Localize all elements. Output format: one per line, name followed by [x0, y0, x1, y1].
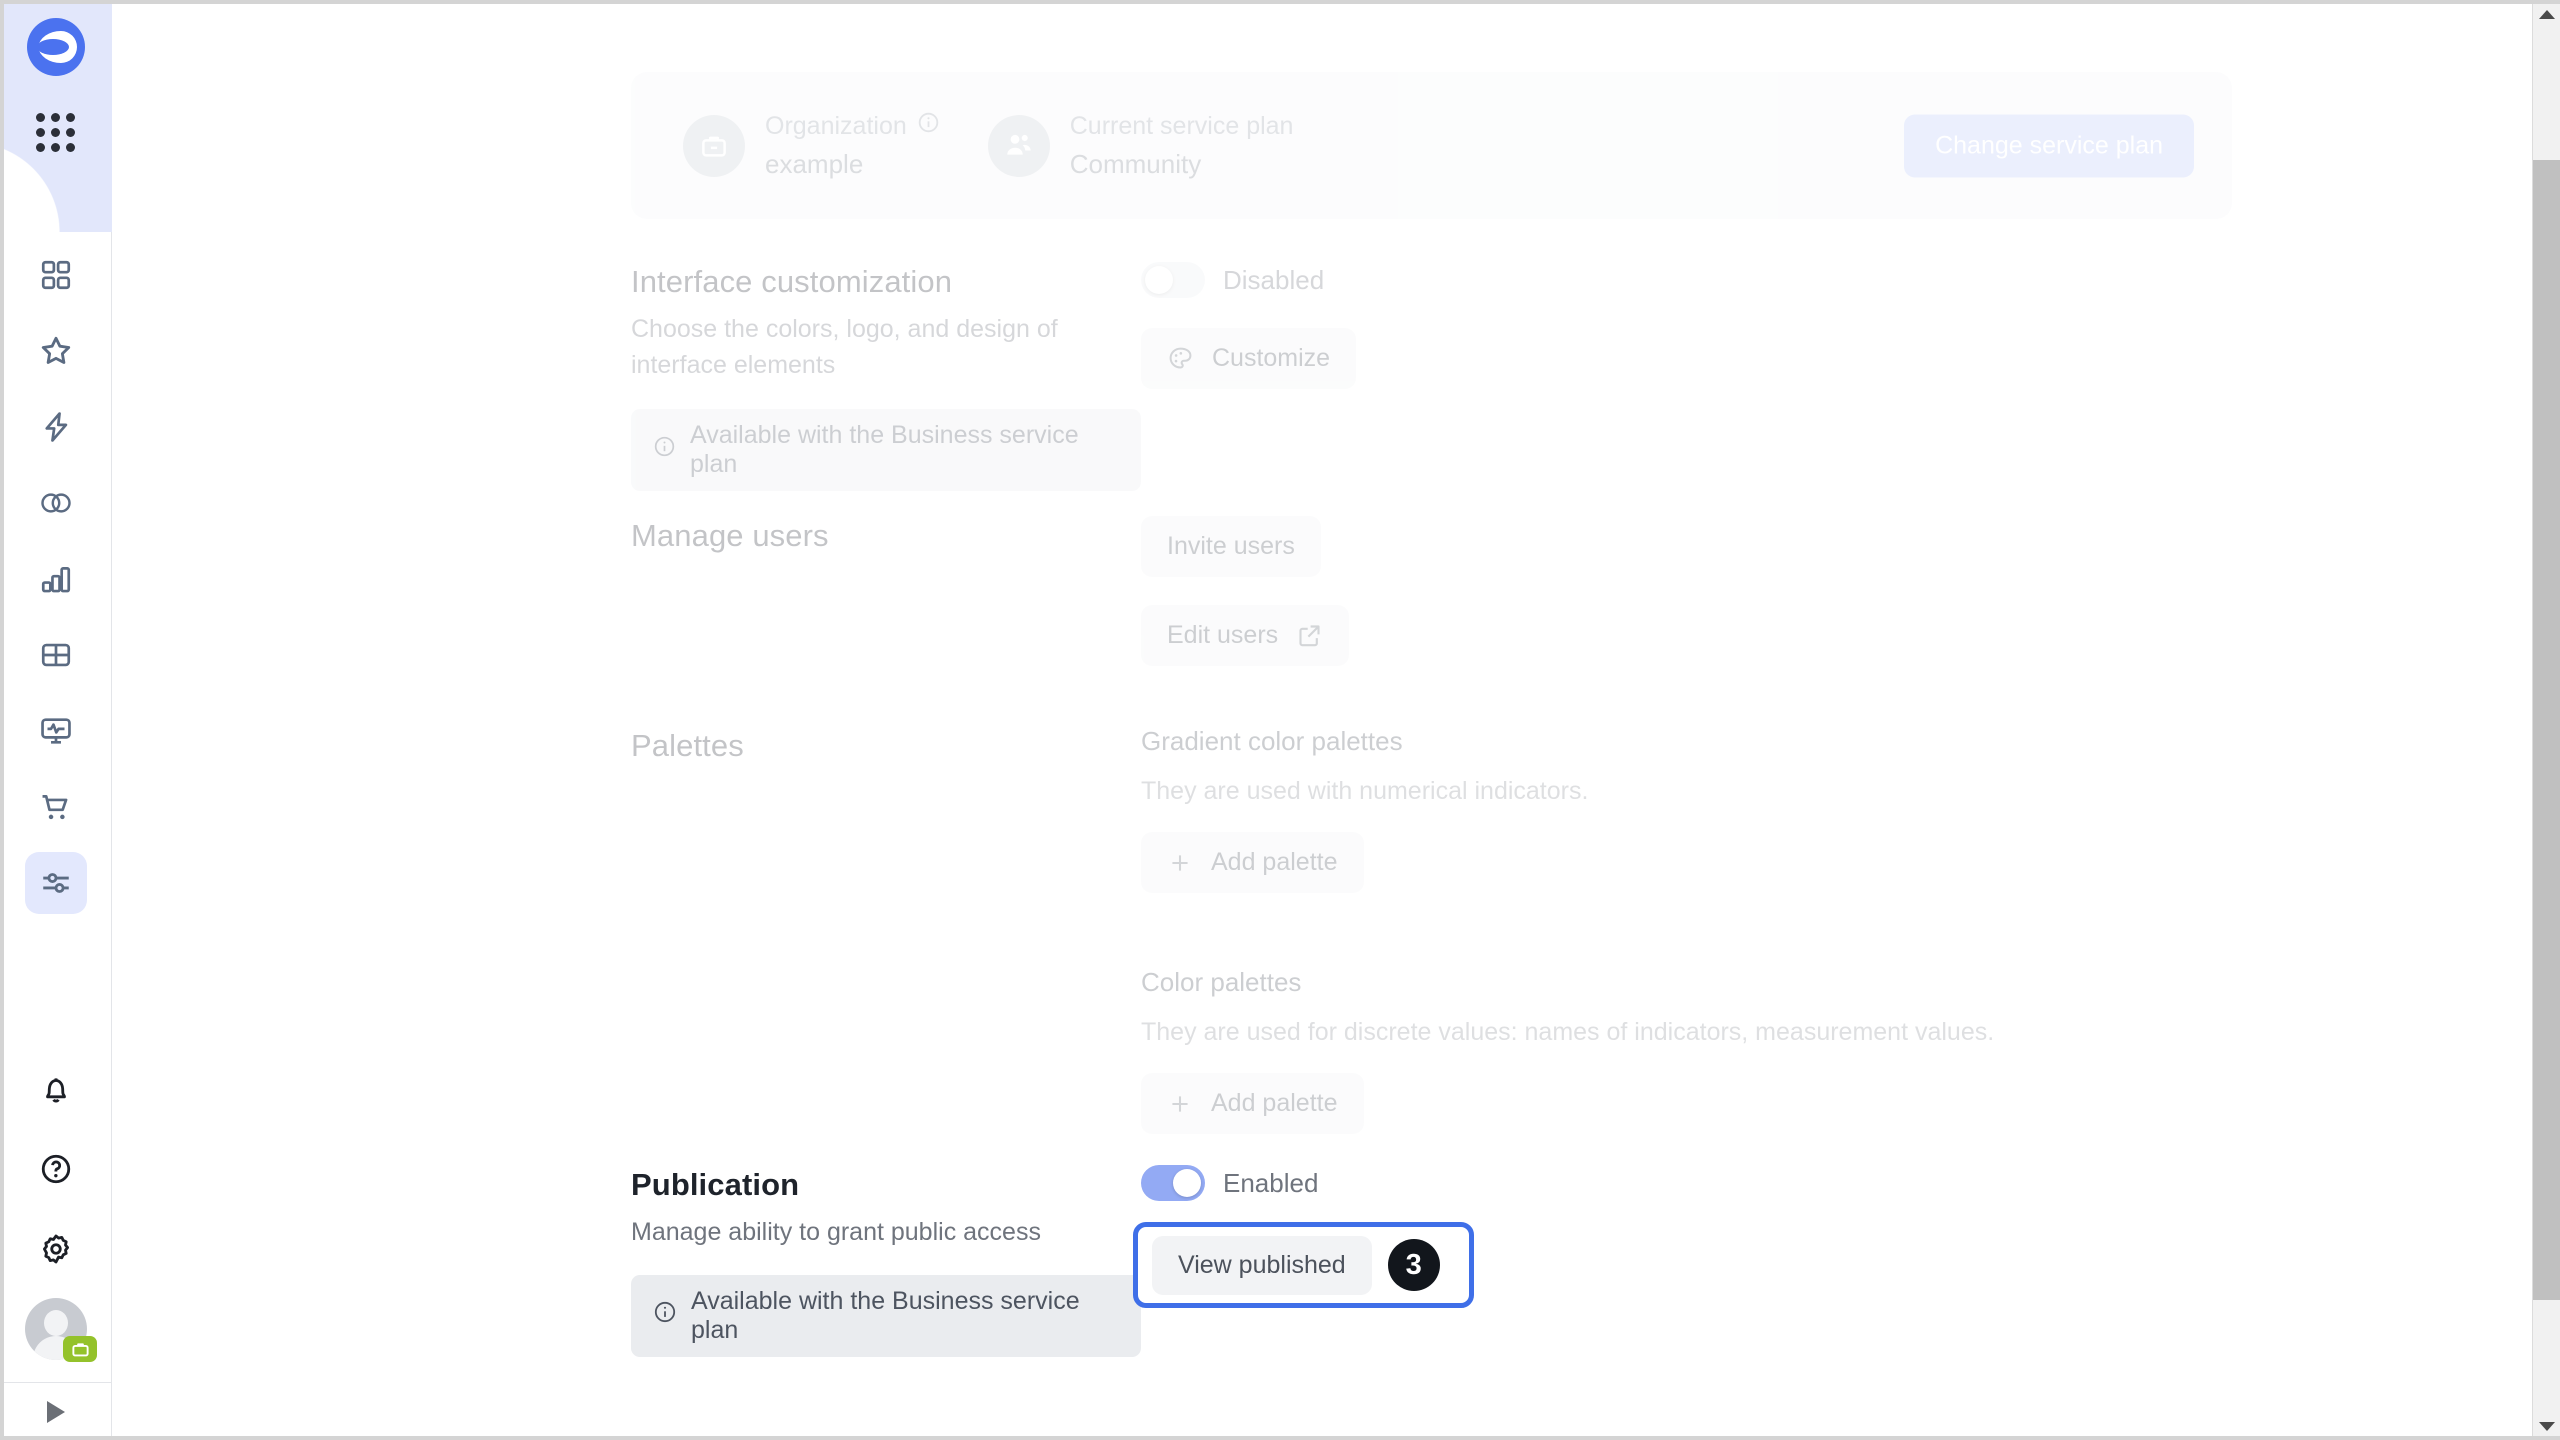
interface-description: Choose the colors, logo, and design of i…: [631, 312, 1101, 383]
bar-chart-icon: [39, 562, 73, 596]
current-plan-value: Community: [1070, 149, 1294, 180]
main-content: Organization example: [112, 0, 2560, 1440]
invite-users-button[interactable]: Invite users: [1141, 516, 1321, 577]
avatar[interactable]: [25, 1298, 87, 1360]
window-border-left: [0, 0, 4, 1440]
plus-icon: [1167, 1091, 1193, 1117]
color-palettes-description: They are used for discrete values: names…: [1141, 1018, 2531, 1047]
info-circle-icon: [653, 435, 676, 465]
interface-plan-pill: Available with the Business service plan: [631, 409, 1141, 491]
window-border-bottom: [0, 1436, 2560, 1440]
sidebar-item-dashboards[interactable]: [25, 244, 87, 306]
apps-dots: [36, 113, 75, 152]
view-published-highlight: View published 3: [1133, 1222, 1474, 1308]
sidebar-item-monitoring[interactable]: [25, 700, 87, 762]
section-manage-users: Manage users Invite users Edit users: [631, 516, 2531, 666]
palettes-title: Palettes: [631, 728, 1141, 764]
publication-description: Manage ability to grant public access: [631, 1215, 1101, 1251]
interface-toggle-row: Disabled: [1141, 262, 2531, 298]
logo-icon[interactable]: [21, 12, 91, 82]
sidebar-item-audiences[interactable]: [25, 472, 87, 534]
briefcase-icon: [683, 115, 745, 177]
publication-toggle-label: Enabled: [1223, 1168, 1318, 1199]
sidebar-item-favorites[interactable]: [25, 320, 87, 382]
add-color-palette-button[interactable]: Add palette: [1141, 1073, 1364, 1134]
edit-users-label: Edit users: [1167, 621, 1278, 650]
plus-icon: [1167, 850, 1193, 876]
publication-title: Publication: [631, 1167, 1141, 1203]
sidebar-item-commerce[interactable]: [25, 776, 87, 838]
grid-squares-icon: [39, 258, 73, 292]
info-circle-icon[interactable]: [917, 111, 940, 141]
app-window: Organization example: [0, 0, 2560, 1440]
organization-label: Organization: [765, 112, 907, 141]
bell-icon[interactable]: [25, 1058, 87, 1120]
publication-plan-pill-text: Available with the Business service plan: [691, 1287, 1119, 1345]
sidebar-nav: [25, 244, 87, 914]
interface-customization-toggle[interactable]: [1141, 262, 1205, 298]
apps-grid-icon[interactable]: [28, 104, 84, 160]
sidebar-item-tables[interactable]: [25, 624, 87, 686]
question-circle-icon[interactable]: [25, 1138, 87, 1200]
monitor-pulse-icon: [39, 714, 73, 748]
gradient-palettes-description: They are used with numerical indicators.: [1141, 777, 2531, 806]
current-plan-block: Current service plan Community: [988, 112, 1294, 180]
external-link-icon: [1296, 622, 1323, 649]
sidebar-bottom: [0, 1058, 112, 1440]
add-gradient-palette-button[interactable]: Add palette: [1141, 832, 1364, 893]
shopping-cart-icon: [39, 790, 73, 824]
organization-block: Organization example: [683, 111, 940, 180]
briefcase-icon: [63, 1336, 97, 1362]
service-plan-card: Organization example: [631, 72, 2232, 219]
sliders-icon: [39, 866, 73, 900]
publication-plan-pill: Available with the Business service plan: [631, 1275, 1141, 1357]
lightning-bolt-icon: [39, 410, 73, 444]
gear-icon[interactable]: [25, 1218, 87, 1280]
star-icon: [38, 333, 74, 369]
sidebar-item-settings-sliders[interactable]: [25, 852, 87, 914]
section-palettes: Palettes Gradient color palettes They ar…: [631, 726, 2531, 1134]
view-published-label: View published: [1178, 1251, 1346, 1280]
sidebar-item-reports[interactable]: [25, 548, 87, 610]
scroll-up-arrow-icon[interactable]: [2533, 0, 2560, 28]
edit-users-button[interactable]: Edit users: [1141, 605, 1349, 666]
users-icon: [988, 115, 1050, 177]
customize-button-label: Customize: [1212, 344, 1330, 373]
interface-plan-pill-text: Available with the Business service plan: [690, 421, 1119, 479]
add-gradient-palette-label: Add palette: [1211, 848, 1338, 877]
table-grid-icon: [39, 638, 73, 672]
gradient-palettes-group: Gradient color palettes They are used wi…: [1141, 726, 2531, 893]
venn-circles-icon: [38, 485, 74, 521]
customize-button[interactable]: Customize: [1141, 328, 1356, 389]
vertical-scrollbar[interactable]: [2532, 0, 2560, 1440]
add-color-palette-label: Add palette: [1211, 1089, 1338, 1118]
section-interface-customization: Interface customization Choose the color…: [631, 262, 2531, 491]
gradient-palettes-title: Gradient color palettes: [1141, 726, 2531, 757]
palette-icon: [1167, 345, 1194, 372]
manage-users-title: Manage users: [631, 518, 1141, 554]
publication-toggle-row: Enabled: [1141, 1165, 2531, 1201]
interface-toggle-label: Disabled: [1223, 265, 1324, 296]
color-palettes-title: Color palettes: [1141, 967, 2531, 998]
color-palettes-group: Color palettes They are used for discret…: [1141, 967, 2531, 1134]
step-badge: 3: [1388, 1239, 1440, 1291]
change-service-plan-button[interactable]: Change service plan: [1904, 114, 2194, 177]
publication-toggle[interactable]: [1141, 1165, 1205, 1201]
invite-users-label: Invite users: [1167, 532, 1295, 561]
left-sidebar: [0, 0, 112, 1440]
scrollbar-thumb[interactable]: [2533, 160, 2560, 1300]
current-plan-label: Current service plan: [1070, 112, 1294, 141]
organization-value: example: [765, 149, 940, 180]
info-circle-icon: [653, 1300, 677, 1331]
window-border-top: [0, 0, 2560, 4]
view-published-button[interactable]: View published: [1152, 1236, 1372, 1295]
sidebar-item-automations[interactable]: [25, 396, 87, 458]
play-triangle-icon[interactable]: [0, 1382, 112, 1440]
interface-title: Interface customization: [631, 264, 1141, 300]
section-publication: Publication Manage ability to grant publ…: [631, 1165, 2531, 1357]
